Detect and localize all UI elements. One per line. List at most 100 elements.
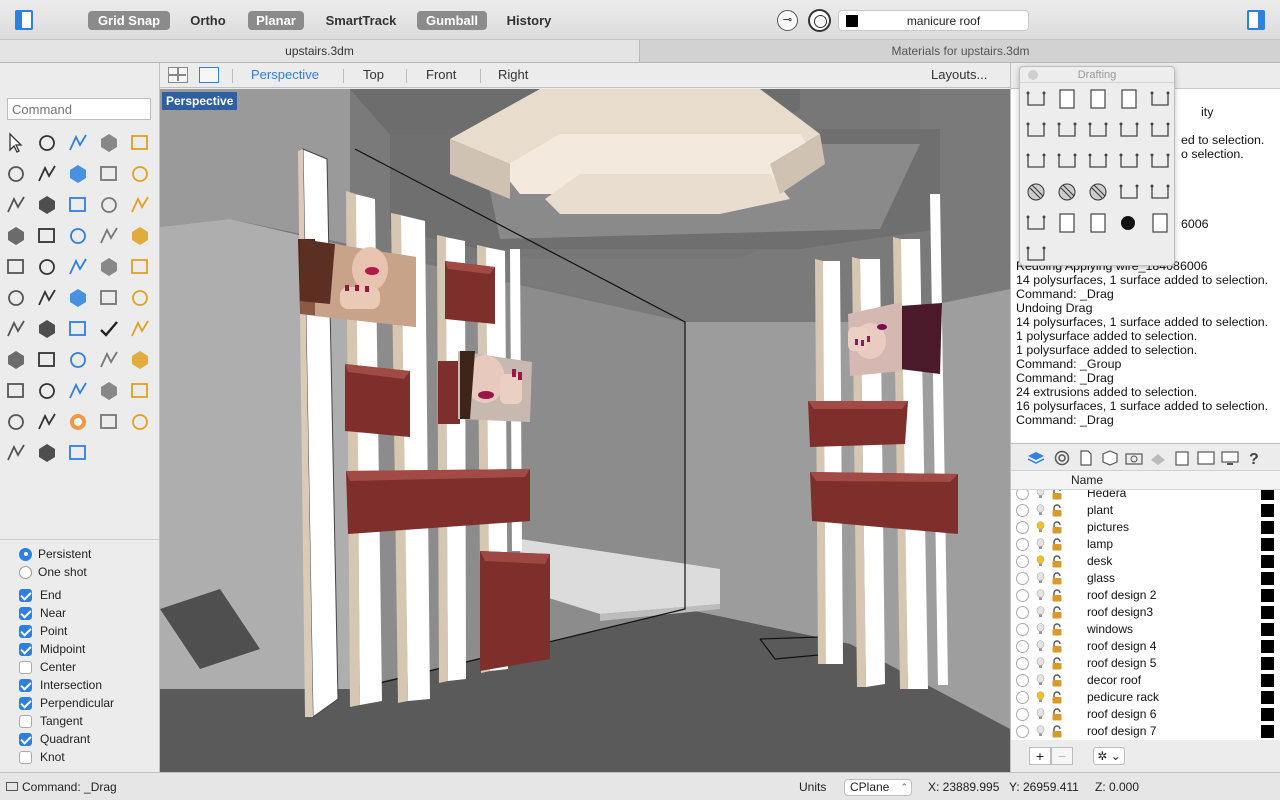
viewport-label[interactable]: Perspective — [162, 92, 238, 110]
lock-icon[interactable] — [1051, 623, 1063, 636]
visibility-bulb-icon[interactable] — [1036, 572, 1045, 584]
layer-row[interactable]: roof design3 — [1011, 604, 1280, 621]
camera-icon[interactable] — [1125, 450, 1143, 466]
layer-row[interactable]: lamp — [1011, 536, 1280, 553]
sweep-icon[interactable] — [33, 191, 61, 219]
close-icon[interactable] — [1028, 70, 1038, 80]
delete-layers-icon[interactable] — [1022, 240, 1050, 268]
visibility-bulb-icon[interactable] — [1036, 674, 1045, 686]
object-properties-icon[interactable] — [1101, 450, 1119, 466]
checkbox-icon[interactable] — [19, 750, 32, 764]
page-icon[interactable] — [1053, 85, 1081, 113]
arc-rect-icon[interactable] — [95, 129, 123, 157]
osnap-quadrant[interactable]: Quadrant — [19, 730, 90, 748]
page-corner-icon[interactable] — [1115, 85, 1143, 113]
osnap-midpoint[interactable]: Midpoint — [19, 640, 85, 658]
notes-icon[interactable] — [1173, 450, 1191, 466]
array-icon[interactable] — [33, 253, 61, 281]
curve-drag-icon[interactable] — [64, 253, 92, 281]
text-block-icon[interactable] — [1022, 209, 1050, 237]
tab-upstairs[interactable]: upstairs.3dm — [0, 40, 640, 62]
layer-row[interactable]: pedicure rack — [1011, 689, 1280, 706]
tab-materials[interactable]: Materials for upstairs.3dm — [641, 40, 1280, 62]
layer-color-swatch[interactable] — [1261, 572, 1274, 585]
current-layer-radio[interactable] — [1016, 572, 1029, 585]
smarttrack-toggle[interactable]: SmartTrack — [320, 11, 402, 30]
visibility-bulb-icon[interactable] — [1036, 555, 1045, 567]
checkmark-icon[interactable] — [95, 315, 123, 343]
ordinate-icon[interactable] — [1146, 85, 1174, 113]
osnap-end[interactable]: End — [19, 586, 61, 604]
sphere-black-icon[interactable] — [1115, 209, 1143, 237]
layer-stack-icon[interactable] — [33, 408, 61, 436]
zoom-window-icon[interactable] — [64, 346, 92, 374]
layer-row[interactable]: plant — [1011, 502, 1280, 519]
cube-blue-icon[interactable] — [95, 284, 123, 312]
visibility-bulb-icon[interactable] — [1036, 538, 1045, 550]
layer-color-swatch[interactable] — [1261, 504, 1274, 517]
single-viewport-icon[interactable] — [199, 67, 219, 83]
check-dim-icon[interactable] — [1146, 178, 1174, 206]
checkbox-icon[interactable] — [19, 714, 32, 728]
tab-perspective[interactable]: Perspective — [251, 67, 319, 82]
grid-array-icon[interactable] — [2, 315, 30, 343]
layer-color-swatch[interactable] — [1261, 555, 1274, 568]
add-layer-button[interactable]: + — [1029, 747, 1051, 765]
layer-color-swatch[interactable] — [1261, 538, 1274, 551]
dimension-horizontal-icon[interactable] — [1022, 85, 1050, 113]
checkbox-icon[interactable] — [19, 642, 32, 656]
osnap-perpendicular[interactable]: Perpendicular — [19, 694, 114, 712]
table-icon[interactable] — [1084, 209, 1112, 237]
layouts-button[interactable]: Layouts... — [931, 67, 987, 82]
extrude-icon[interactable] — [2, 222, 30, 250]
lock-icon[interactable] — [1051, 521, 1063, 534]
visibility-bulb-icon[interactable] — [1036, 640, 1045, 652]
layer-color-swatch[interactable] — [1261, 589, 1274, 602]
search-zoom-icon[interactable] — [33, 346, 61, 374]
gear-puzzle-icon[interactable] — [33, 222, 61, 250]
current-layer-radio[interactable] — [1016, 708, 1029, 721]
lock-icon[interactable] — [1051, 490, 1063, 500]
current-layer-radio[interactable] — [1016, 589, 1029, 602]
osnap-icon[interactable]: ⊸ — [777, 10, 798, 31]
align-icon[interactable] — [33, 315, 61, 343]
dimension-angle-icon[interactable] — [1084, 116, 1112, 144]
units-label[interactable]: Units — [799, 780, 826, 794]
right-panel-toggle-icon[interactable] — [1247, 10, 1265, 30]
ortho-toggle[interactable]: Ortho — [180, 11, 236, 30]
radius-dim-icon[interactable] — [1022, 147, 1050, 175]
layer-color-swatch[interactable] — [1261, 623, 1274, 636]
checkbox-icon[interactable] — [19, 696, 32, 710]
four-viewports-icon[interactable] — [168, 67, 188, 83]
layer-row[interactable]: roof design 5 — [1011, 655, 1280, 672]
blue-sphere-icon[interactable] — [2, 439, 30, 467]
help-icon[interactable]: ? — [1245, 450, 1263, 466]
dimension-45-icon[interactable] — [1146, 116, 1174, 144]
text-label-icon[interactable] — [1084, 147, 1112, 175]
name-column-header[interactable]: Name — [1071, 473, 1103, 487]
current-layer-radio[interactable] — [1016, 504, 1029, 517]
explode-icon[interactable] — [64, 222, 92, 250]
document-icon[interactable] — [1077, 450, 1095, 466]
layer-options-button[interactable]: ✲ ⌄ — [1093, 747, 1125, 765]
group-icon[interactable] — [33, 284, 61, 312]
lock-icon[interactable] — [1051, 674, 1063, 687]
solid-icon[interactable] — [126, 315, 154, 343]
lock-icon[interactable] — [1051, 640, 1063, 653]
tab-front[interactable]: Front — [426, 67, 456, 82]
current-layer-radio[interactable] — [1016, 725, 1029, 738]
layer-color-swatch[interactable] — [1261, 657, 1274, 670]
osnap-intersection[interactable]: Intersection — [19, 676, 102, 694]
grid-sphere-icon[interactable] — [126, 408, 154, 436]
lock-icon[interactable] — [1051, 606, 1063, 619]
visibility-bulb-icon[interactable] — [1036, 490, 1045, 499]
visibility-bulb-icon[interactable] — [1036, 623, 1045, 635]
zoom-icon[interactable] — [126, 346, 154, 374]
gumball-toggle[interactable]: Gumball — [417, 11, 487, 30]
surface-icon[interactable] — [2, 191, 30, 219]
osnap-tangent[interactable]: Tangent — [19, 712, 83, 730]
visibility-bulb-icon[interactable] — [1036, 657, 1045, 669]
dimension-chevron-icon[interactable] — [1115, 116, 1143, 144]
visibility-bulb-icon[interactable] — [1036, 589, 1045, 601]
checkbox-icon[interactable] — [19, 606, 32, 620]
